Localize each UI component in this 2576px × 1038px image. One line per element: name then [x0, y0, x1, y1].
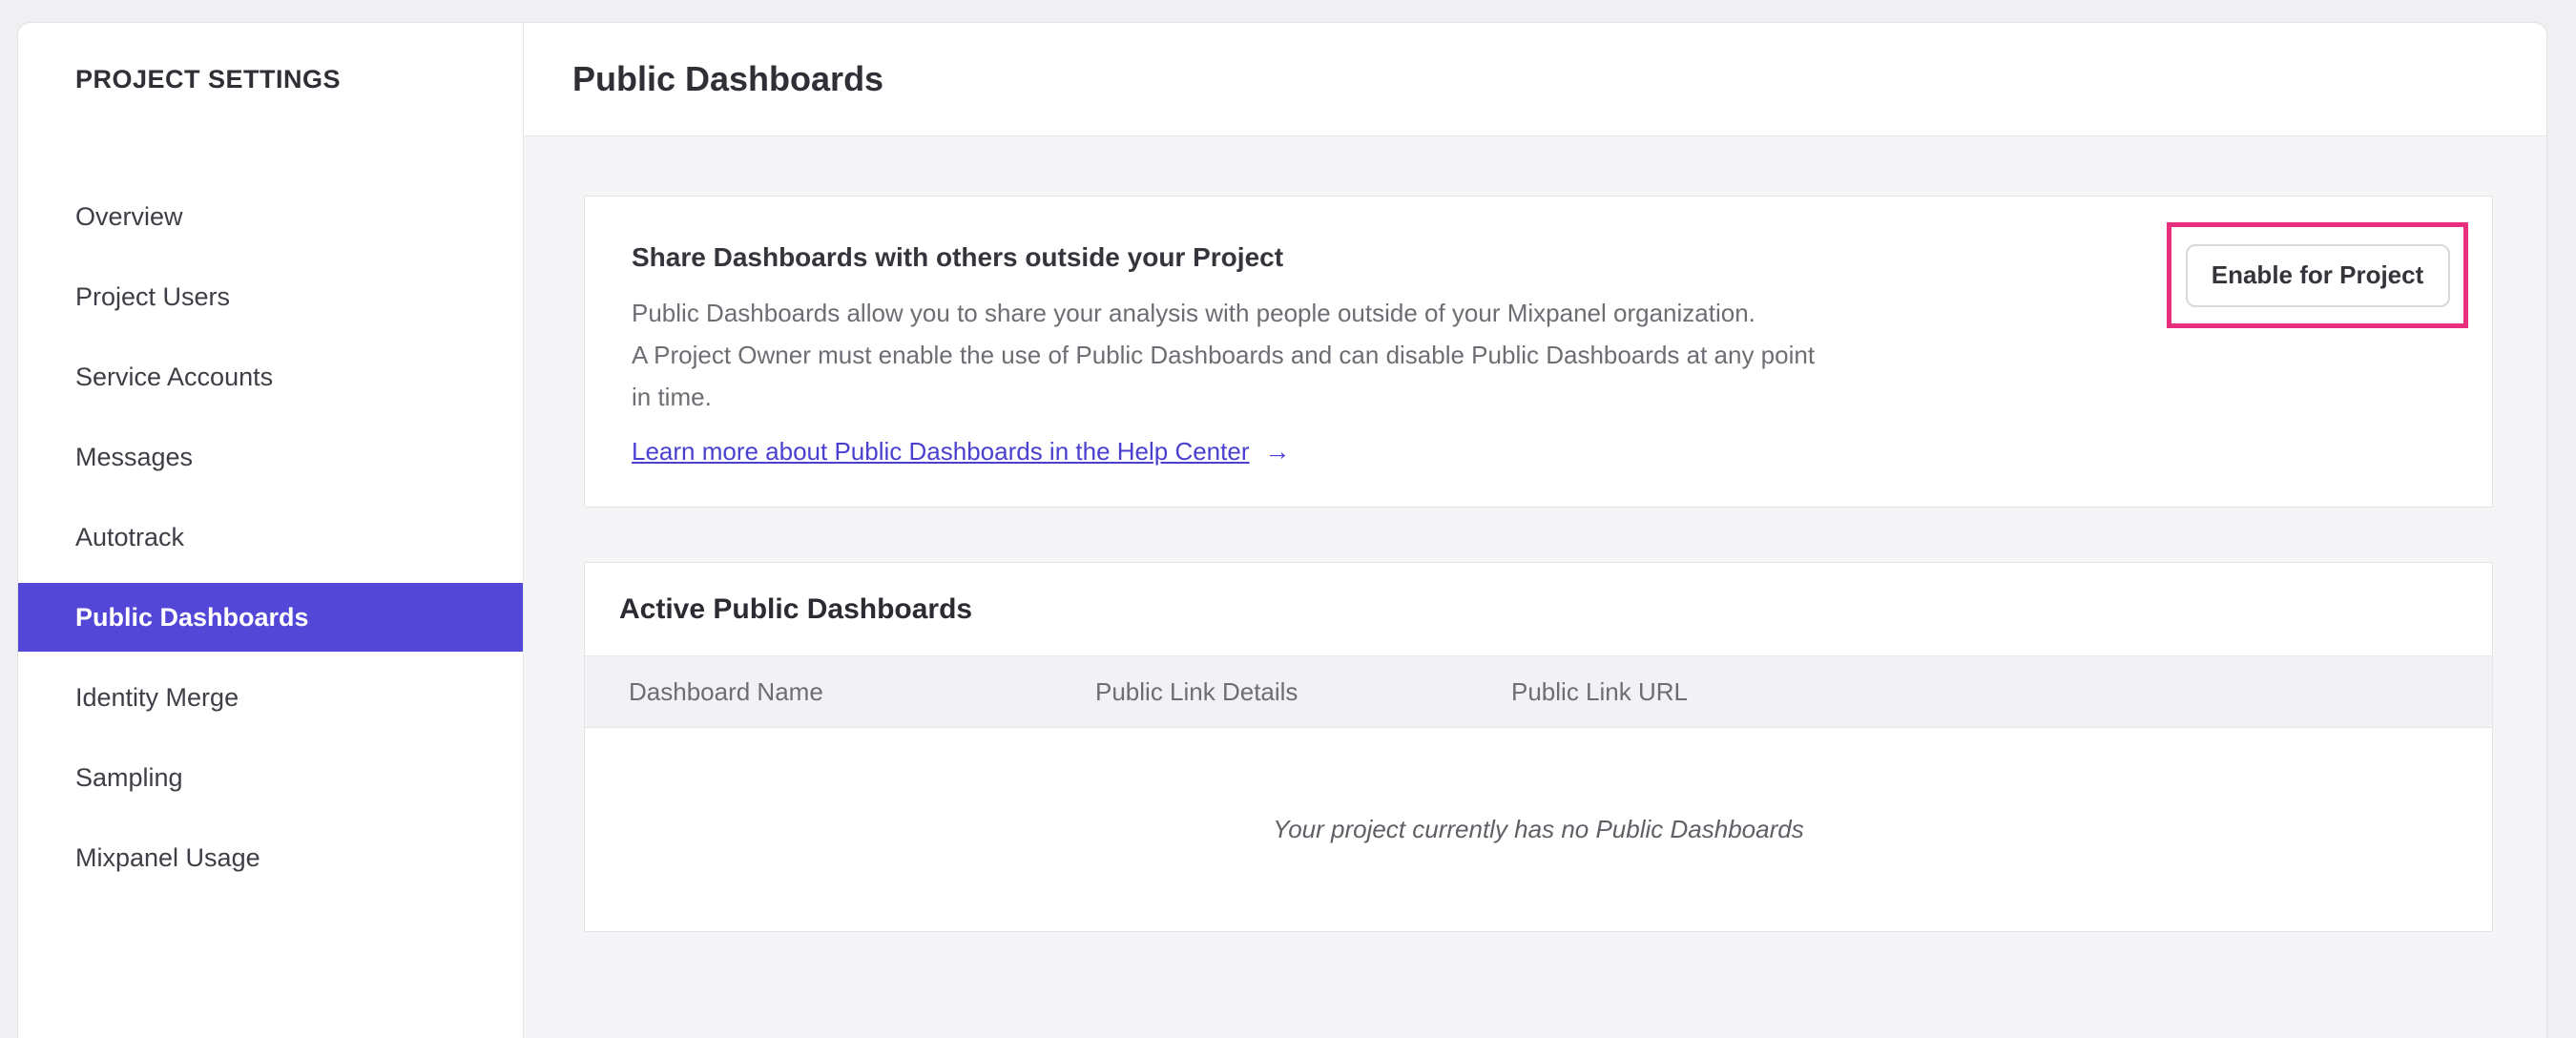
settings-panel: PROJECT SETTINGS Overview Project Users Se… — [17, 22, 2547, 1038]
sidebar-item-autotrack[interactable]: Autotrack — [18, 503, 523, 571]
sidebar-item-public-dashboards[interactable]: Public Dashboards — [18, 583, 523, 652]
column-header-public-link-url: Public Link URL — [1511, 676, 1688, 706]
enable-for-project-button[interactable]: Enable for Project — [2185, 243, 2450, 307]
project-settings-sidebar: PROJECT SETTINGS Overview Project Users Se… — [18, 23, 524, 1038]
sidebar-item-sampling[interactable]: Sampling — [18, 743, 523, 812]
sidebar-item-messages[interactable]: Messages — [18, 423, 523, 491]
help-center-link[interactable]: Learn more about Public Dashboards in th… — [632, 437, 1250, 467]
page-header: Public Dashboards — [524, 23, 2546, 136]
dashboards-table-header: Dashboard Name Public Link Details Public … — [585, 655, 2492, 728]
main-area: Public Dashboards Share Dashboards with … — [524, 23, 2546, 1038]
share-card-heading: Share Dashboards with others outside you… — [632, 242, 1284, 272]
sidebar-item-mixpanel-usage[interactable]: Mixpanel Usage — [18, 823, 523, 892]
sidebar-title: PROJECT SETTINGS — [75, 65, 342, 93]
help-center-link-row: Learn more about Public Dashboards in th… — [632, 437, 2149, 467]
arrow-right-icon: → — [1264, 437, 1291, 466]
sidebar-nav: Overview Project Users Service Accounts Mes… — [18, 182, 523, 892]
active-card-title-row: Active Public Dashboards — [585, 563, 2492, 655]
description-line: Public Dashboards allow you to share you… — [632, 299, 1755, 327]
share-card-description: Public Dashboards allow you to share you… — [632, 292, 2149, 418]
content-area: Share Dashboards with others outside you… — [524, 136, 2546, 1038]
sidebar-item-service-accounts[interactable]: Service Accounts — [18, 343, 523, 411]
sidebar-item-identity-merge[interactable]: Identity Merge — [18, 663, 523, 732]
empty-state-row: Your project currently has no Public Das… — [585, 728, 2492, 931]
column-header-dashboard-name: Dashboard Name — [629, 676, 823, 706]
empty-state-message: Your project currently has no Public Das… — [1273, 815, 1804, 843]
active-card-title: Active Public Dashboards — [619, 592, 973, 625]
share-dashboards-card: Share Dashboards with others outside you… — [584, 196, 2493, 508]
page-title: Public Dashboards — [572, 59, 884, 98]
sidebar-item-project-users[interactable]: Project Users — [18, 262, 523, 331]
column-header-public-link-details: Public Link Details — [1095, 676, 1298, 706]
active-public-dashboards-card: Active Public Dashboards Dashboard Name P… — [584, 562, 2493, 932]
annotation-highlight-box: Enable for Project — [2167, 222, 2468, 328]
sidebar-item-overview[interactable]: Overview — [18, 182, 523, 251]
description-line: in time. — [632, 383, 712, 411]
description-line: A Project Owner must enable the use of P… — [632, 341, 1816, 369]
